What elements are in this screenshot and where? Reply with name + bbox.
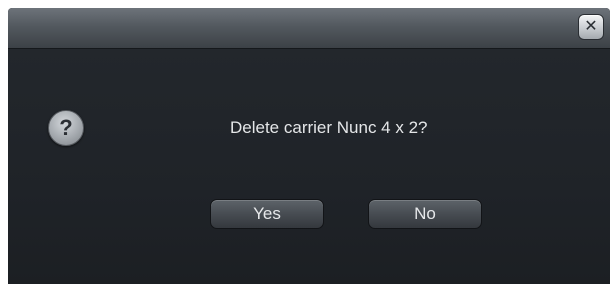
close-icon: ✕ — [584, 18, 598, 35]
confirm-dialog: ✕ ? Delete carrier Nunc 4 x 2? Yes No — [8, 8, 610, 284]
close-button[interactable]: ✕ — [578, 14, 604, 40]
no-button-label: No — [414, 204, 436, 223]
dialog-titlebar[interactable]: ✕ — [8, 8, 610, 49]
question-icon: ? — [48, 110, 84, 146]
no-button[interactable]: No — [368, 199, 482, 229]
dialog-message: Delete carrier Nunc 4 x 2? — [230, 118, 428, 137]
dialog-body: ? Delete carrier Nunc 4 x 2? Yes No — [8, 49, 610, 284]
yes-button-label: Yes — [253, 204, 281, 223]
yes-button[interactable]: Yes — [210, 199, 324, 229]
